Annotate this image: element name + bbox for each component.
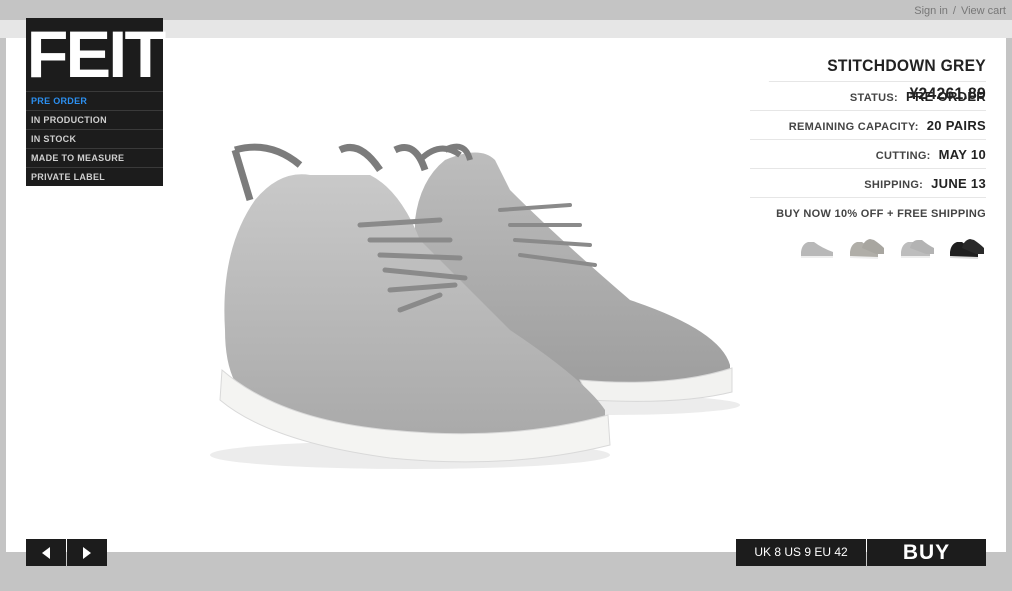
next-button[interactable] — [67, 539, 107, 566]
capacity-value: 20 PAIRS — [926, 118, 986, 133]
account-links: Sign in / View cart — [914, 5, 1006, 17]
arrow-left-icon — [42, 546, 50, 559]
capacity-row: REMAINING CAPACITY: 20 PAIRS — [750, 111, 986, 140]
shipping-row: SHIPPING: JUNE 13 — [750, 169, 986, 198]
brand-logo-text: FEIT — [26, 17, 166, 92]
thumbnail-grey-front[interactable] — [898, 234, 936, 264]
sign-in-link[interactable]: Sign in — [914, 5, 948, 17]
thumbnail-black-pair[interactable] — [948, 234, 986, 264]
product-title: STITCHDOWN GREY ¥24261.89 — [768, 52, 986, 103]
main-navigation: FEIT PRE ORDER IN PRODUCTION IN STOCK MA… — [26, 17, 166, 186]
link-separator: / — [952, 5, 956, 17]
shoe-illustration — [210, 143, 740, 469]
nav-item-in-production[interactable]: IN PRODUCTION — [26, 110, 163, 129]
status-label: STATUS: — [849, 92, 898, 104]
shipping-label: SHIPPING: — [864, 179, 924, 191]
thumbnail-strip — [750, 234, 986, 264]
image-navigation — [26, 539, 107, 566]
product-details: STITCHDOWN GREY ¥24261.89 STATUS: PRE ORD… — [750, 52, 986, 264]
buy-button[interactable]: BUY — [867, 539, 986, 566]
nav-item-private-label[interactable]: PRIVATE LABEL — [26, 167, 163, 186]
nav-list: PRE ORDER IN PRODUCTION IN STOCK MADE TO… — [26, 91, 163, 186]
thumbnail-grey-pair[interactable] — [848, 234, 886, 264]
previous-button[interactable] — [26, 539, 66, 566]
brand-logo[interactable]: FEIT — [26, 17, 166, 92]
purchase-bar: UK 8 US 9 EU 42 BUY — [736, 539, 986, 566]
cutting-row: CUTTING: MAY 10 — [750, 140, 986, 169]
product-image — [210, 130, 740, 490]
cutting-label: CUTTING: — [875, 150, 931, 162]
top-bar: Sign in / View cart — [0, 0, 1012, 20]
arrow-right-icon — [83, 546, 91, 559]
capacity-label: REMAINING CAPACITY: — [788, 121, 919, 133]
cutting-value: MAY 10 — [938, 147, 986, 162]
nav-item-in-stock[interactable]: IN STOCK — [26, 129, 163, 148]
view-cart-link[interactable]: View cart — [961, 5, 1006, 17]
nav-item-pre-order[interactable]: PRE ORDER — [26, 91, 163, 110]
thumbnail-grey-side[interactable] — [798, 234, 836, 264]
size-selector[interactable]: UK 8 US 9 EU 42 — [736, 539, 866, 566]
nav-item-made-to-measure[interactable]: MADE TO MEASURE — [26, 148, 163, 167]
promo-text: BUY NOW 10% OFF + FREE SHIPPING — [776, 208, 986, 220]
shipping-value: JUNE 13 — [931, 176, 986, 191]
